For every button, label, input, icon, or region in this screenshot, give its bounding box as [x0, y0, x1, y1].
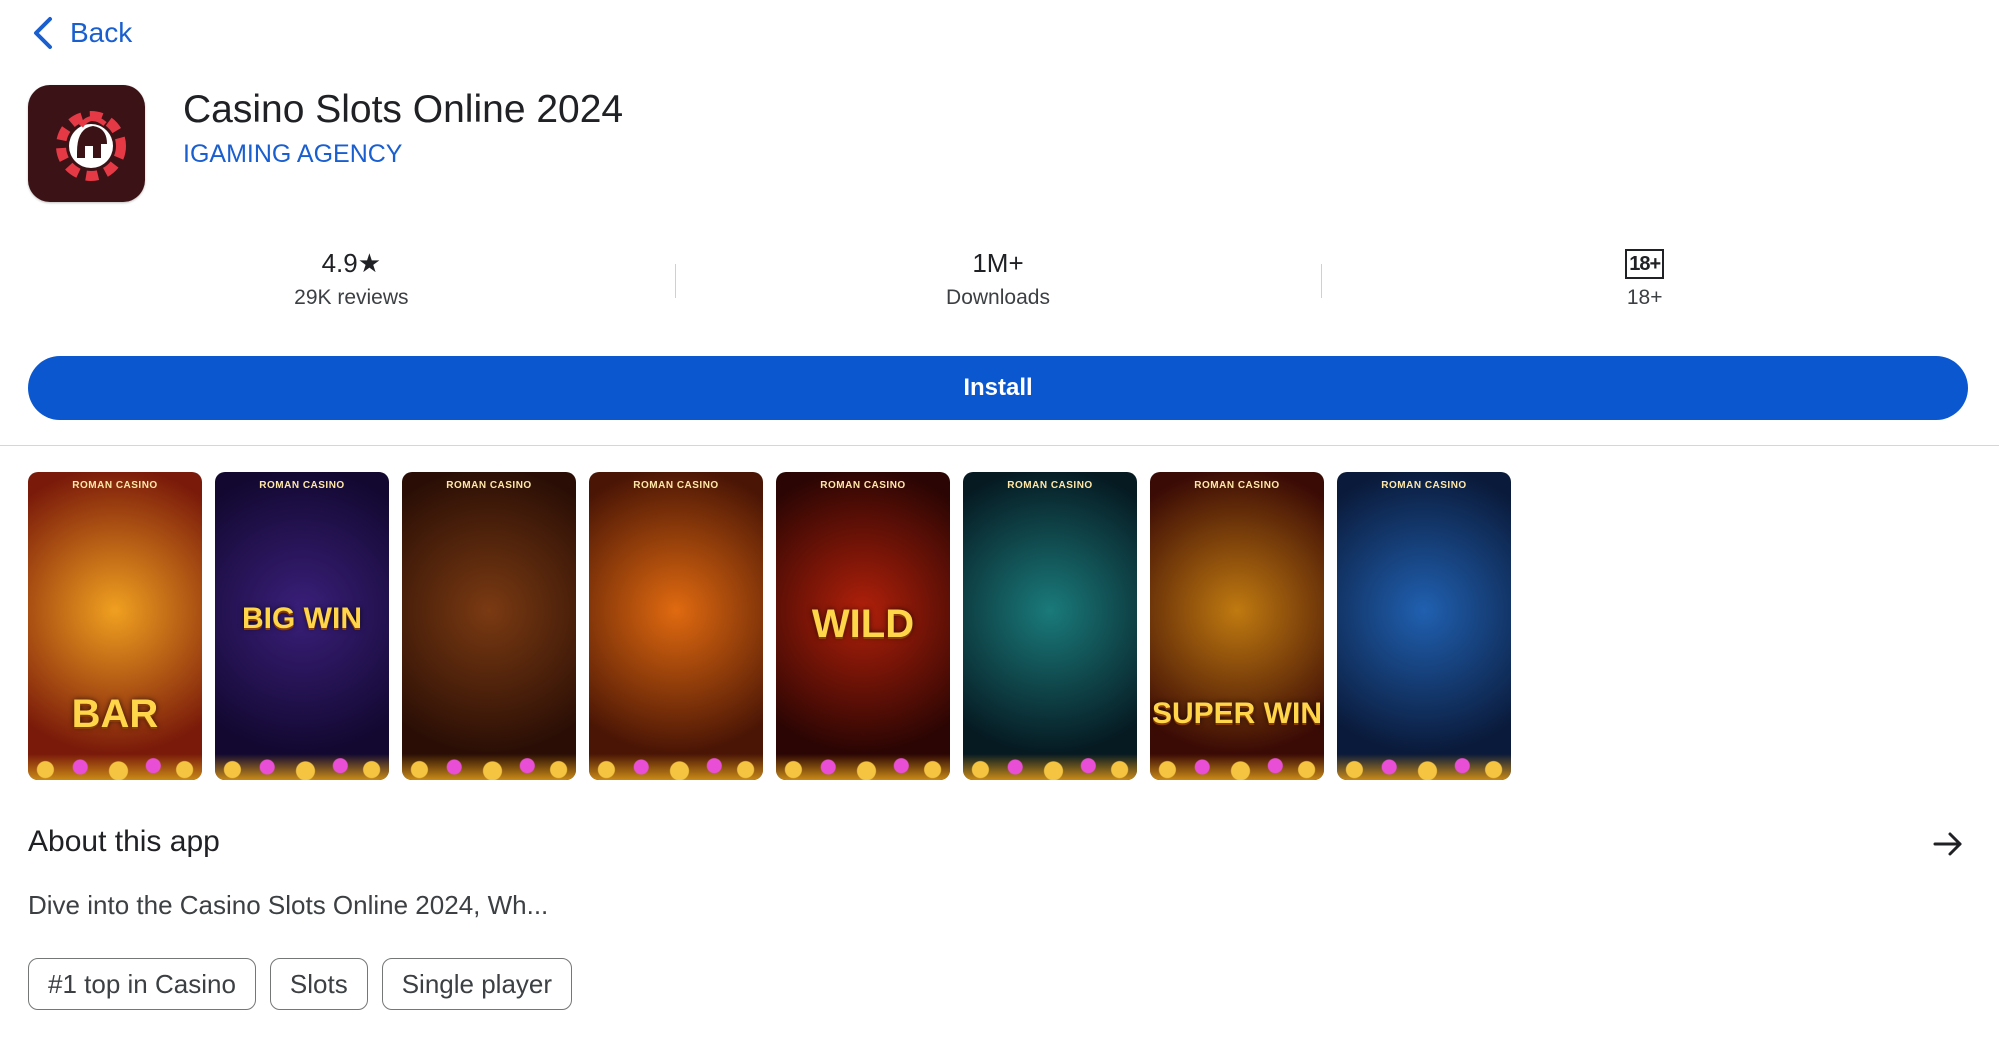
screenshot-caption: WILD: [811, 602, 915, 646]
tag-chip[interactable]: Slots: [269, 958, 368, 1010]
screenshot-thumbnail[interactable]: ROMAN CASINO WILD: [776, 472, 950, 780]
app-description: Dive into the Casino Slots Online 2024, …: [28, 890, 549, 920]
coins-decoration: [28, 754, 202, 780]
app-title: Casino Slots Online 2024: [183, 88, 624, 131]
downloads-label: Downloads: [946, 285, 1050, 309]
divider: [0, 445, 1999, 446]
age-label: 18+: [1626, 285, 1663, 309]
screenshot-brand: ROMAN CASINO: [259, 480, 345, 491]
app-icon: [28, 85, 145, 202]
roman-helmet-chip-icon: [55, 110, 126, 181]
age-stat[interactable]: 18+ 18+: [1321, 240, 1968, 316]
downloads-stat: 1M+ Downloads: [674, 240, 1322, 316]
screenshot-caption: SUPER WIN: [1151, 697, 1322, 730]
coins-decoration: [215, 754, 389, 780]
screenshot-brand: ROMAN CASINO: [820, 480, 906, 491]
about-title: About this app: [28, 825, 220, 858]
screenshot-caption: BIG WIN: [242, 602, 362, 635]
coins-decoration: [963, 754, 1137, 780]
screenshot-thumbnail[interactable]: ROMAN CASINO SUPER WIN: [1150, 472, 1324, 780]
rating-value: 4.9 ★: [321, 248, 382, 278]
coins-decoration: [776, 754, 950, 780]
back-label: Back: [70, 17, 133, 48]
arrow-right-icon[interactable]: [1930, 826, 1966, 862]
rating-stat[interactable]: 4.9 ★ 29K reviews: [28, 240, 675, 316]
screenshot-brand: ROMAN CASINO: [1194, 480, 1280, 491]
back-button[interactable]: Back: [30, 10, 132, 56]
coins-decoration: [1337, 754, 1511, 780]
install-button[interactable]: Install: [28, 356, 1968, 420]
screenshot-brand: ROMAN CASINO: [1007, 480, 1093, 491]
stats-row: 4.9 ★ 29K reviews 1M+ Downloads 18+ 18+: [28, 240, 1968, 316]
screenshot-thumbnail[interactable]: ROMAN CASINO BAR: [28, 472, 202, 780]
tag-chip[interactable]: Single player: [381, 958, 573, 1010]
chevron-left-icon: [34, 17, 52, 49]
screenshot-brand: ROMAN CASINO: [72, 480, 158, 491]
age-rating-icon: 18+: [1625, 248, 1665, 279]
screenshot-brand: ROMAN CASINO: [446, 480, 532, 491]
screenshot-thumbnail[interactable]: ROMAN CASINO: [963, 472, 1137, 780]
screenshot-thumbnail[interactable]: ROMAN CASINO: [589, 472, 763, 780]
coins-decoration: [402, 754, 576, 780]
tag-chip[interactable]: #1 top in Casino: [28, 958, 256, 1010]
downloads-value: 1M+: [972, 248, 1024, 278]
coins-decoration: [1150, 754, 1324, 780]
developer-link[interactable]: IGAMING AGENCY: [183, 140, 402, 169]
star-icon: ★: [357, 248, 382, 278]
screenshot-thumbnail[interactable]: ROMAN CASINO: [402, 472, 576, 780]
rating-label: 29K reviews: [294, 285, 409, 309]
screenshot-caption: BAR: [71, 692, 159, 736]
coins-decoration: [589, 754, 763, 780]
screenshot-carousel[interactable]: ROMAN CASINO BAR ROMAN CASINO BIG WIN ROMAN …: [28, 472, 1511, 780]
screenshot-brand: ROMAN CASINO: [1381, 480, 1467, 491]
tag-chips: #1 top in Casino Slots Single player: [28, 958, 573, 1010]
screenshot-brand: ROMAN CASINO: [633, 480, 719, 491]
screenshot-thumbnail[interactable]: ROMAN CASINO: [1337, 472, 1511, 780]
screenshot-thumbnail[interactable]: ROMAN CASINO BIG WIN: [215, 472, 389, 780]
